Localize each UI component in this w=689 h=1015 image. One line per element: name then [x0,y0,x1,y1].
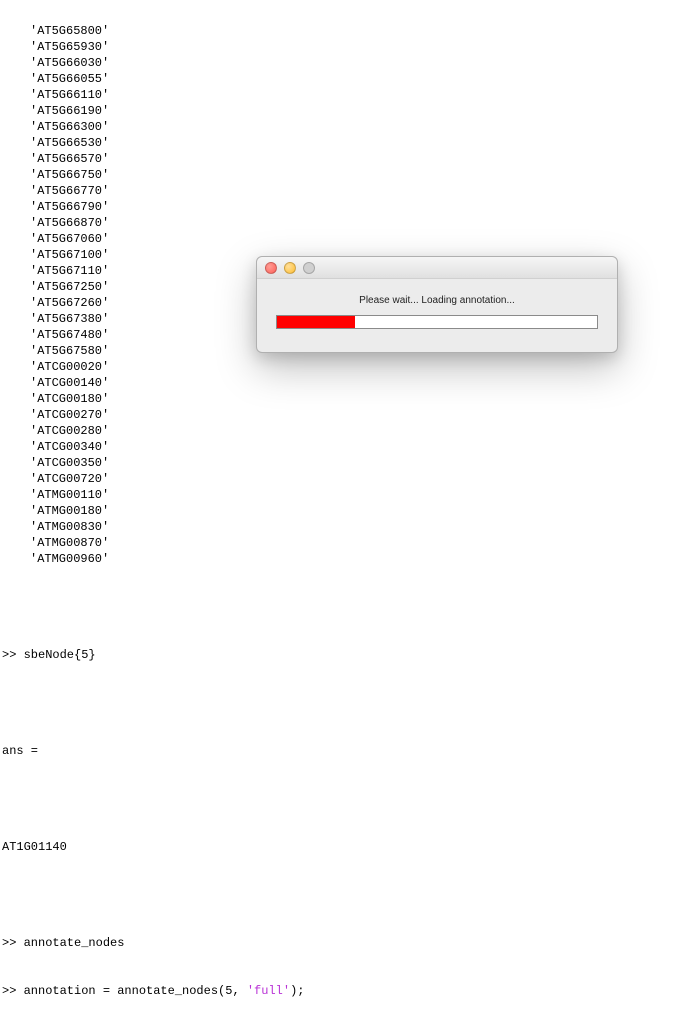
list-item: 'AT5G66570' [2,151,687,167]
list-item: 'AT5G66770' [2,183,687,199]
string-literal: 'full' [247,984,290,998]
blank [2,791,687,807]
list-item: 'ATMG00110' [2,487,687,503]
list-item: 'ATMG00870' [2,535,687,551]
ans-label: ans = [2,743,687,759]
list-item: 'AT5G66530' [2,135,687,151]
list-item: 'ATMG00830' [2,519,687,535]
minimize-icon[interactable] [284,262,296,274]
list-item: 'ATCG00270' [2,407,687,423]
list-item: 'ATCG00140' [2,375,687,391]
list-item: 'AT5G66190' [2,103,687,119]
cmd-annotation-call: >> annotation = annotate_nodes(5, 'full'… [2,983,687,999]
dialog-message: Please wait... Loading annotation... [359,293,515,309]
dialog-titlebar[interactable] [257,257,617,279]
list-item: 'ATCG00280' [2,423,687,439]
cmd-annotate: >> annotate_nodes [2,935,687,951]
list-item: 'ATCG00350' [2,455,687,471]
blank [2,887,687,903]
cmd-sbenode: >> sbeNode{5} [2,647,687,663]
list-item: 'ATMG00180' [2,503,687,519]
list-item: 'ATCG00180' [2,391,687,407]
list-item: 'ATCG00020' [2,359,687,375]
list-item: 'AT5G66790' [2,199,687,215]
list-item: 'ATMG00960' [2,551,687,567]
progress-fill [277,316,355,328]
blank [2,695,687,711]
terminal-output[interactable]: 'AT5G65800''AT5G65930''AT5G66030''AT5G66… [0,0,689,1015]
list-item: 'ATCG00720' [2,471,687,487]
list-item: 'AT5G65930' [2,39,687,55]
list-item: 'AT5G65800' [2,23,687,39]
list-item: 'AT5G66300' [2,119,687,135]
close-icon[interactable] [265,262,277,274]
list-item: 'AT5G66870' [2,215,687,231]
list-item: 'ATCG00340' [2,439,687,455]
call-post: ); [290,984,304,998]
list-item: 'AT5G67060' [2,231,687,247]
ans-value: AT1G01140 [2,839,687,855]
blank [2,599,687,615]
list-item: 'AT5G66030' [2,55,687,71]
call-pre: >> annotation = annotate_nodes(5, [2,984,247,998]
progress-bar [276,315,598,329]
list-item: 'AT5G66055' [2,71,687,87]
maximize-icon [303,262,315,274]
list-item: 'AT5G66750' [2,167,687,183]
list-item: 'AT5G66110' [2,87,687,103]
dialog-body: Please wait... Loading annotation... [257,279,617,343]
progress-dialog: Please wait... Loading annotation... [256,256,618,353]
